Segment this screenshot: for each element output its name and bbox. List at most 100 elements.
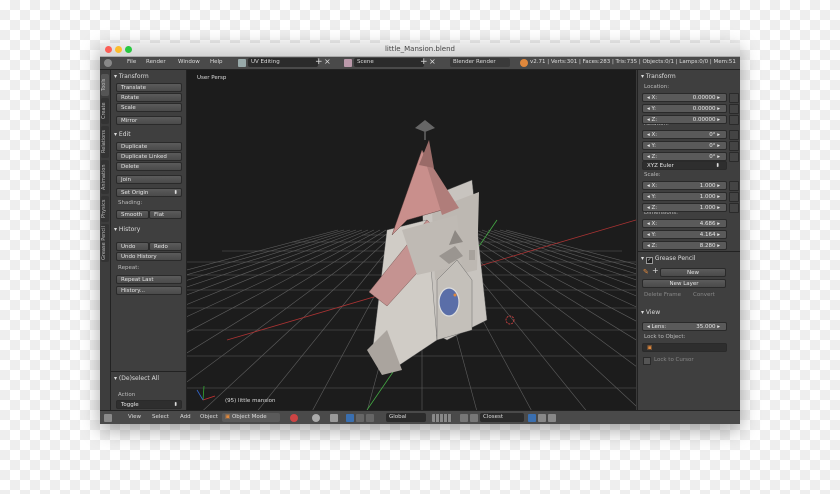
tab-animation[interactable]: Animation <box>101 160 109 194</box>
scl-2-field[interactable]: ◂ Z: 1.000 ▸ <box>642 203 727 212</box>
pivot-icon[interactable] <box>312 414 320 422</box>
loc-2-field[interactable]: ◂ Z: 0.00000 ▸ <box>642 115 727 124</box>
info-header: File Render Window Help UV Editing + × S… <box>100 57 740 70</box>
scl-1-field[interactable]: ◂ Y: 1.000 ▸ <box>642 192 727 201</box>
scale-button[interactable]: Scale <box>116 103 182 112</box>
screen-layout-select[interactable]: UV Editing <box>248 58 318 67</box>
undo-button[interactable]: Undo <box>116 242 149 251</box>
dim-2-field[interactable]: ◂ Z: 8.280 ▸ <box>642 241 727 250</box>
loc-1-field[interactable]: ◂ Y: 0.00000 ▸ <box>642 104 727 113</box>
rotate-manipulator-icon[interactable] <box>366 414 374 422</box>
delete-button[interactable]: Delete <box>116 162 182 171</box>
duplicate-linked-button[interactable]: Duplicate Linked <box>116 152 182 161</box>
grease-pencil-header[interactable]: ▾ ✓ Grease Pencil <box>641 255 695 264</box>
mirror-button[interactable]: Mirror <box>116 116 182 125</box>
blender-window: little_Mansion.blend File Render Window … <box>100 43 740 424</box>
translate-button[interactable]: Translate <box>116 83 182 92</box>
3d-viewport[interactable]: User Persp (95) little mansion <box>187 70 636 410</box>
view-panel-header[interactable]: ▾ View <box>641 309 660 316</box>
undo-history-button[interactable]: Undo History <box>116 252 182 261</box>
scene-icon[interactable] <box>344 59 352 67</box>
render-animation-icon[interactable] <box>548 414 556 422</box>
properties-transform-header[interactable]: ▾ Transform <box>641 73 676 80</box>
snap-element-icon[interactable] <box>470 414 478 422</box>
remove-layout-icon[interactable]: × <box>324 57 331 66</box>
remove-scene-icon[interactable]: × <box>429 57 436 66</box>
new-layer-button[interactable]: New Layer <box>642 279 726 288</box>
menu-render[interactable]: Render <box>146 59 166 65</box>
lock-icon[interactable] <box>729 130 739 140</box>
edit-panel-header[interactable]: ▾ Edit <box>114 131 131 138</box>
smooth-button[interactable]: Smooth <box>116 210 149 219</box>
render-preview-icon[interactable] <box>538 414 546 422</box>
proportional-edit-icon[interactable] <box>528 414 536 422</box>
lock-icon[interactable] <box>729 203 739 213</box>
delete-frame-button[interactable]: Delete Frame <box>644 292 681 298</box>
pencil-icon[interactable]: ✎ <box>643 268 649 276</box>
grease-new-button[interactable]: New <box>660 268 726 277</box>
lock-icon[interactable] <box>729 93 739 103</box>
layer-grid-icon[interactable] <box>432 414 452 422</box>
menu-select[interactable]: Select <box>152 414 169 420</box>
history-button[interactable]: History... <box>116 286 182 295</box>
scene-select[interactable]: Scene <box>354 58 424 67</box>
lens-field[interactable]: ◂ Lens: 35.000 ▸ <box>642 322 727 331</box>
deselect-all-header[interactable]: ▾ (De)select All <box>114 375 159 382</box>
menu-window[interactable]: Window <box>178 59 200 65</box>
loc-0-field[interactable]: ◂ X: 0.00000 ▸ <box>642 93 727 102</box>
editor-type-icon[interactable] <box>104 59 112 67</box>
scl-0-field[interactable]: ◂ X: 1.000 ▸ <box>642 181 727 190</box>
repeat-label: Repeat: <box>118 265 140 271</box>
tab-tools[interactable]: Tools <box>101 74 109 96</box>
tab-relations[interactable]: Relations <box>101 126 109 158</box>
editor-type-3d-icon[interactable] <box>104 414 112 422</box>
menu-object[interactable]: Object <box>200 414 218 420</box>
render-engine-select[interactable]: Blender Render <box>450 58 510 67</box>
menu-add[interactable]: Add <box>180 414 191 420</box>
dim-0-field[interactable]: ◂ X: 4.686 ▸ <box>642 219 727 228</box>
rot-0-field[interactable]: ◂ X: 0° ▸ <box>642 130 727 139</box>
tab-create[interactable]: Create <box>101 98 109 124</box>
add-scene-icon[interactable]: + <box>420 57 428 67</box>
transform-orientation-select[interactable]: Global <box>386 413 426 422</box>
redo-button[interactable]: Redo <box>149 242 182 251</box>
lock-to-object-field[interactable]: ▣ <box>642 343 727 352</box>
rotation-mode-select[interactable]: XYZ Euler ⬍ <box>642 161 727 170</box>
lock-icon[interactable] <box>729 192 739 202</box>
shading-mode-icon[interactable] <box>290 414 298 422</box>
lock-to-cursor-checkbox[interactable] <box>643 357 651 365</box>
lock-icon[interactable] <box>729 104 739 114</box>
menu-view[interactable]: View <box>128 414 141 420</box>
tab-grease-pencil[interactable]: Grease Pencil <box>101 224 109 262</box>
add-icon[interactable]: + <box>652 266 659 275</box>
manipulator-icon[interactable] <box>346 414 354 422</box>
snap-icon[interactable] <box>460 414 468 422</box>
rotate-button[interactable]: Rotate <box>116 93 182 102</box>
dim-1-field[interactable]: ◂ Y: 4.164 ▸ <box>642 230 727 239</box>
lock-icon[interactable] <box>729 181 739 191</box>
snap-target-select[interactable]: Closest <box>480 413 524 422</box>
action-label: Action <box>118 392 136 398</box>
translate-manipulator-icon[interactable] <box>356 414 364 422</box>
history-panel-header[interactable]: ▾ History <box>114 226 140 233</box>
layers-icon[interactable] <box>330 414 338 422</box>
rot-2-field[interactable]: ◂ Z: 0° ▸ <box>642 152 727 161</box>
lock-icon[interactable] <box>729 115 739 125</box>
action-select[interactable]: Toggle ⬍ <box>116 400 182 409</box>
lock-icon[interactable] <box>729 152 739 162</box>
flat-button[interactable]: Flat <box>149 210 182 219</box>
repeat-last-button[interactable]: Repeat Last <box>116 275 182 284</box>
duplicate-button[interactable]: Duplicate <box>116 142 182 151</box>
convert-button[interactable]: Convert <box>693 292 715 298</box>
join-button[interactable]: Join <box>116 175 182 184</box>
menu-file[interactable]: File <box>127 59 136 65</box>
lock-icon[interactable] <box>729 141 739 151</box>
menu-help[interactable]: Help <box>210 59 223 65</box>
add-layout-icon[interactable]: + <box>315 57 323 67</box>
set-origin-button[interactable]: Set Origin ⬍ <box>116 188 182 197</box>
transform-panel-header[interactable]: ▾ Transform <box>114 73 149 80</box>
layout-icon[interactable] <box>238 59 246 67</box>
mode-select[interactable]: ▣ Object Mode <box>222 413 280 422</box>
rot-1-field[interactable]: ◂ Y: 0° ▸ <box>642 141 727 150</box>
tab-physics[interactable]: Physics <box>101 196 109 222</box>
